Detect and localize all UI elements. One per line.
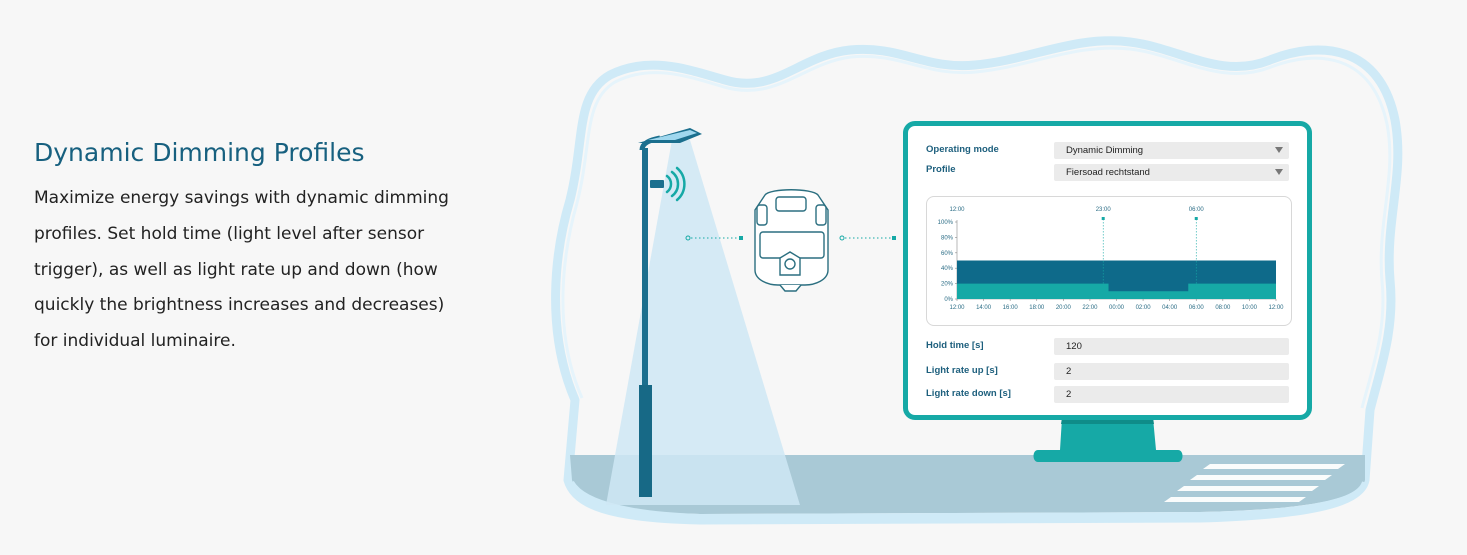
monitor-screen: Operating mode Dynamic Dimming Profile F… [903, 121, 1312, 420]
rate-down-label: Light rate down [s] [926, 388, 1011, 399]
hold-time-label: Hold time [s] [926, 340, 984, 351]
rate-up-input[interactable]: 2 [1054, 363, 1289, 380]
top-marker-label: 23:00 [1096, 207, 1112, 213]
rate-down-row: Light rate down [s] 2 [926, 386, 1289, 403]
operating-mode-value: Dynamic Dimming [1066, 145, 1144, 156]
hold-time-row: Hold time [s] 120 [926, 338, 1289, 355]
operating-mode-row: Operating mode Dynamic Dimming [926, 142, 1289, 159]
x-tick-label: 22:00 [1082, 305, 1098, 311]
y-tick-label: 40% [941, 266, 954, 272]
x-tick-label: 12:00 [1268, 305, 1284, 311]
operating-mode-select[interactable]: Dynamic Dimming [1054, 142, 1289, 159]
y-tick-label: 20% [941, 282, 954, 288]
y-tick-label: 80% [941, 235, 954, 241]
rate-down-input[interactable]: 2 [1054, 386, 1289, 403]
x-tick-label: 00:00 [1109, 305, 1125, 311]
chevron-down-icon [1275, 169, 1283, 175]
x-tick-label: 12:00 [949, 305, 965, 311]
profile-select[interactable]: Fiersoad rechtstand [1054, 164, 1289, 181]
x-tick-label: 10:00 [1242, 305, 1258, 311]
marker-handle [1101, 217, 1105, 220]
top-marker-label: 06:00 [1189, 207, 1205, 213]
y-tick-label: 0% [944, 297, 953, 303]
dimming-chart-box: 100% 80% 60% 40% 20% 0% 12:00 14:00 16:00 18:00 20… [926, 196, 1292, 326]
x-tick-label: 04:00 [1162, 305, 1178, 311]
profile-value: Fiersoad rechtstand [1066, 167, 1150, 178]
x-tick-label: 16:00 [1003, 305, 1019, 311]
x-tick-label: 14:00 [976, 305, 992, 311]
y-tick-label: 100% [938, 220, 954, 226]
x-tick-label: 18:00 [1029, 305, 1045, 311]
operating-mode-label: Operating mode [926, 144, 999, 155]
x-tick-label: 06:00 [1189, 305, 1205, 311]
hold-time-input[interactable]: 120 [1054, 338, 1289, 355]
x-tick-label: 20:00 [1056, 305, 1072, 311]
monitor-stand [1033, 418, 1183, 462]
rate-up-label: Light rate up [s] [926, 365, 998, 376]
rate-up-row: Light rate up [s] 2 [926, 363, 1289, 380]
x-tick-label: 08:00 [1215, 305, 1231, 311]
chevron-down-icon [1275, 147, 1283, 153]
x-tick-label: 02:00 [1136, 305, 1152, 311]
profile-label: Profile [926, 164, 956, 175]
top-marker-label: 12:00 [949, 207, 965, 213]
controller-device-icon [754, 189, 829, 292]
y-tick-label: 60% [941, 251, 954, 257]
profile-row: Profile Fiersoad rechtstand [926, 164, 1289, 181]
marker-handle [1194, 217, 1198, 220]
dimming-chart: 100% 80% 60% 40% 20% 0% 12:00 14:00 16:00 18:00 20… [938, 207, 1285, 311]
